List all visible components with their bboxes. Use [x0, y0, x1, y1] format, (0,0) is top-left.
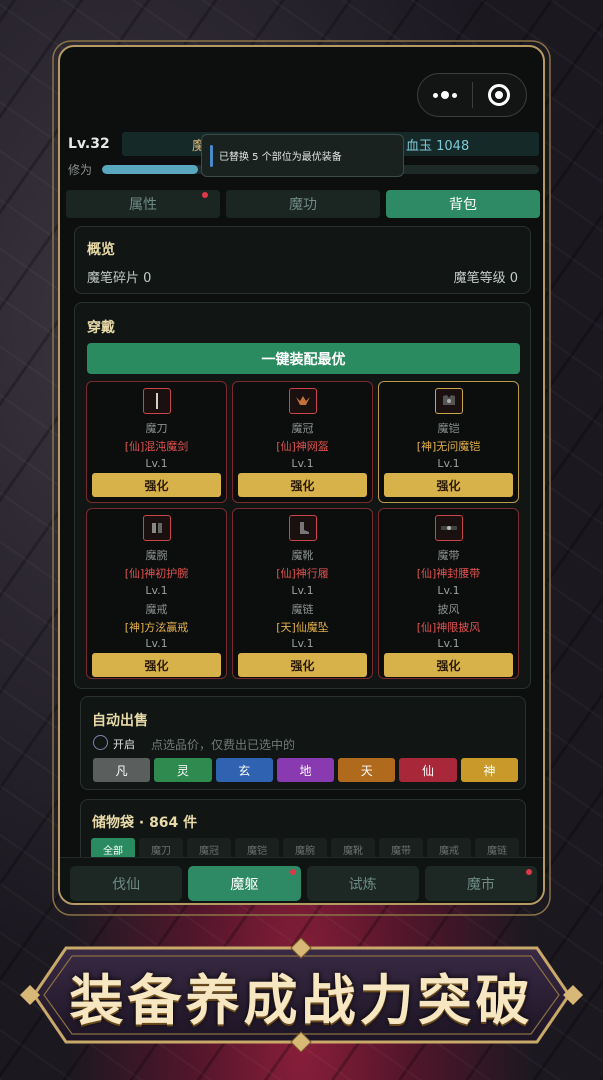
auto-sell-card: 自动出售 开启 点选品价，仅费出已选中的 凡灵玄地天仙神	[80, 696, 526, 790]
slot-belt[interactable]: 魔带 [仙]神封腰带 Lv.1 披风 [仙]神限披风 Lv.1 强化	[378, 508, 519, 679]
notification-dot	[202, 192, 208, 198]
grade-chip[interactable]: 灵	[154, 758, 212, 782]
slot-boots[interactable]: 魔靴 [仙]神行履 Lv.1 魔链 [天]仙魔坠 Lv.1 强化	[232, 508, 373, 679]
slot-item-name: [仙]神行履	[276, 567, 329, 580]
slot-level: Lv.1	[291, 637, 314, 650]
grade-chip[interactable]: 玄	[215, 758, 273, 782]
slot-level: Lv.1	[145, 637, 168, 650]
notification-dot	[289, 869, 296, 875]
nav-trial[interactable]: 试炼	[306, 866, 419, 901]
slot-level: Lv.1	[291, 457, 314, 470]
grade-selector: 凡灵玄地天仙神	[93, 758, 518, 782]
strengthen-button[interactable]: 强化	[238, 653, 367, 677]
overview-card: 概览 魔笔碎片 0 魔笔等级 0	[74, 226, 531, 294]
tab-backpack-label: 背包	[449, 197, 477, 213]
app-window: Lv.32 魔 血玉 1048 修为 已替换 5 个部位为最优装备 属性 魔功 …	[58, 45, 545, 905]
boots-icon	[289, 515, 317, 541]
slot-type: 魔铠	[437, 422, 460, 435]
slot-item-name: [天]仙魔坠	[276, 621, 329, 634]
target-icon	[488, 84, 511, 106]
grade-chip[interactable]: 神	[460, 758, 518, 782]
slot-item-name: [仙]神初护腕	[124, 567, 189, 580]
equip-title: 穿戴	[87, 320, 115, 336]
tab-backpack[interactable]: 背包	[386, 190, 540, 218]
slot-level: Lv.1	[437, 637, 460, 650]
equip-card: 穿戴 一键装配最优 魔刀 [仙]混沌魔剑 Lv.1 强化 魔冠 [仙]神网盔 L…	[74, 302, 531, 689]
nav-label: 魔躯	[230, 876, 259, 893]
overview-title: 概览	[87, 242, 115, 258]
auto-sell-open-label: 开启	[113, 738, 135, 751]
armor-icon	[435, 388, 463, 414]
grade-chip[interactable]: 地	[276, 758, 335, 782]
slot-wrist[interactable]: 魔腕 [仙]神初护腕 Lv.1 魔戒 [神]方泫赢戒 Lv.1 强化	[86, 508, 227, 679]
slot-type: 魔戒	[145, 603, 168, 616]
slot-level: Lv.1	[437, 457, 460, 470]
storage-bag-title: 储物袋 · 864 件	[92, 815, 198, 831]
slot-item-name: [仙]神封腰带	[416, 567, 481, 580]
blade-icon	[143, 388, 171, 414]
promo-banner: 装备养成战力突破	[16, 938, 587, 1052]
blood-jade-stat: 血玉 1048	[406, 139, 470, 154]
close-program-button[interactable]	[473, 74, 527, 116]
slot-item-name: [仙]神限披风	[416, 621, 481, 634]
brush-level: 魔笔等级 0	[453, 271, 518, 286]
slot-type: 魔链	[291, 603, 314, 616]
nav-market[interactable]: 魔市	[424, 866, 537, 901]
slot-type: 魔腕	[145, 549, 168, 562]
nav-label: 伐仙	[112, 876, 141, 893]
slot-level: Lv.1	[291, 584, 314, 597]
top-tabs: 属性 魔功 背包	[66, 190, 540, 218]
slot-type: 魔冠	[291, 422, 314, 435]
fragments-count: 魔笔碎片 0	[87, 271, 152, 286]
belt-icon	[435, 515, 463, 541]
more-icon	[432, 91, 457, 99]
nav-mo-qu[interactable]: 魔躯	[188, 866, 301, 901]
slot-armor[interactable]: 魔铠 [神]无问魔铠 Lv.1 强化	[378, 381, 519, 503]
slot-item-name: [神]方泫赢戒	[124, 621, 189, 634]
cultivation-label: 修为	[68, 162, 93, 177]
strengthen-button[interactable]: 强化	[384, 473, 513, 497]
crown-icon	[289, 388, 317, 414]
more-button[interactable]	[418, 74, 472, 116]
slot-item-name: [仙]混沌魔剑	[124, 440, 189, 453]
tab-attributes[interactable]: 属性	[66, 190, 220, 218]
level-label: Lv.32	[68, 136, 110, 152]
slot-type: 魔带	[437, 549, 460, 562]
grade-chip[interactable]: 凡	[93, 758, 151, 782]
slot-item-name: [神]无问魔铠	[416, 440, 481, 453]
notification-dot	[526, 869, 532, 875]
toast-notification: 已替换 5 个部位为最优装备	[201, 134, 404, 177]
slot-type: 披风	[437, 603, 460, 616]
slot-type: 魔靴	[291, 549, 314, 562]
auto-sell-hint: 点选品价，仅费出已选中的	[151, 738, 296, 752]
equip-best-button[interactable]: 一键装配最优	[87, 343, 520, 374]
slot-level: Lv.1	[437, 584, 460, 597]
bracer-icon	[143, 515, 171, 541]
tab-demon-skill[interactable]: 魔功	[226, 190, 380, 218]
auto-sell-checkbox[interactable]	[93, 735, 108, 750]
grade-chip[interactable]: 仙	[399, 758, 457, 782]
nav-label: 魔市	[466, 876, 495, 893]
mini-program-capsule	[417, 73, 527, 117]
auto-sell-title: 自动出售	[92, 713, 148, 729]
toast-message: 已替换 5 个部位为最优装备	[219, 152, 342, 163]
slot-type: 魔刀	[145, 422, 168, 435]
slot-item-name: [仙]神网盔	[276, 440, 329, 453]
slot-crown[interactable]: 魔冠 [仙]神网盔 Lv.1 强化	[232, 381, 373, 503]
nav-label: 试炼	[348, 876, 377, 893]
grade-chip[interactable]: 天	[338, 758, 396, 782]
tab-attributes-label: 属性	[129, 197, 157, 213]
tab-demon-skill-label: 魔功	[289, 197, 317, 213]
banner-title: 装备养成战力突破	[69, 967, 534, 1032]
nav-fa-xian[interactable]: 伐仙	[70, 866, 183, 901]
strengthen-button[interactable]: 强化	[238, 473, 367, 497]
strengthen-button[interactable]: 强化	[92, 653, 221, 677]
slot-blade[interactable]: 魔刀 [仙]混沌魔剑 Lv.1 强化	[86, 381, 227, 503]
slot-level: Lv.1	[145, 584, 168, 597]
strengthen-button[interactable]: 强化	[92, 473, 221, 497]
bottom-nav: 伐仙 魔躯 试炼 魔市	[60, 857, 543, 903]
slot-level: Lv.1	[145, 457, 168, 470]
strengthen-button[interactable]: 强化	[384, 653, 513, 677]
